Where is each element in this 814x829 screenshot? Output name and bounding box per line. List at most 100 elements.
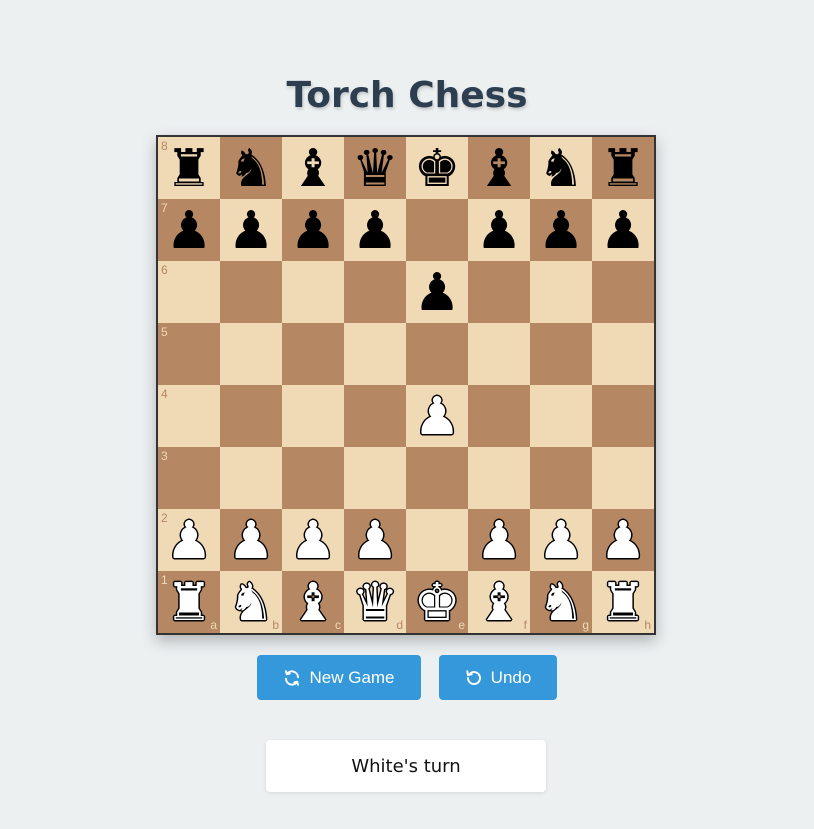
square-c2[interactable]: ♟ (282, 509, 344, 571)
square-b6[interactable] (220, 261, 282, 323)
white-queen-piece[interactable]: ♛ (352, 577, 399, 629)
square-f3[interactable] (468, 447, 530, 509)
black-knight-piece[interactable]: ♞ (538, 143, 585, 195)
square-e7[interactable] (406, 199, 468, 261)
square-f2[interactable]: ♟ (468, 509, 530, 571)
square-b5[interactable] (220, 323, 282, 385)
square-d2[interactable]: ♟ (344, 509, 406, 571)
white-pawn-piece[interactable]: ♟ (538, 515, 585, 567)
square-c7[interactable]: ♟ (282, 199, 344, 261)
square-h3[interactable] (592, 447, 654, 509)
square-e4[interactable]: ♟ (406, 385, 468, 447)
square-e2[interactable] (406, 509, 468, 571)
square-e6[interactable]: ♟ (406, 261, 468, 323)
chess-board[interactable]: 8 ♜ ♞ ♝ ♛ ♚ ♝ ♞ ♜ 7 ♟ ♟ ♟ ♟ ♟ ♟ ♟ 6 ♟ 5 4 ♟ 3 2 ♟ ♟ ♟ ♟ ♟ ♟ ♟ 1 a ♜ b ♞ c ♝ d ♛… (156, 135, 656, 635)
white-king-piece[interactable]: ♚ (414, 577, 461, 629)
square-h8[interactable]: ♜ (592, 137, 654, 199)
black-pawn-piece[interactable]: ♟ (290, 205, 337, 257)
square-d7[interactable]: ♟ (344, 199, 406, 261)
black-pawn-piece[interactable]: ♟ (352, 205, 399, 257)
square-e5[interactable] (406, 323, 468, 385)
square-g7[interactable]: ♟ (530, 199, 592, 261)
square-b4[interactable] (220, 385, 282, 447)
undo-button[interactable]: Undo (439, 655, 557, 700)
white-rook-piece[interactable]: ♜ (166, 577, 213, 629)
square-c6[interactable] (282, 261, 344, 323)
white-knight-piece[interactable]: ♞ (538, 577, 585, 629)
black-rook-piece[interactable]: ♜ (600, 143, 647, 195)
square-a3[interactable]: 3 (158, 447, 220, 509)
white-pawn-piece[interactable]: ♟ (600, 515, 647, 567)
square-a6[interactable]: 6 (158, 261, 220, 323)
square-b2[interactable]: ♟ (220, 509, 282, 571)
black-pawn-piece[interactable]: ♟ (228, 205, 275, 257)
square-f1[interactable]: f ♝ (468, 571, 530, 633)
square-g1[interactable]: g ♞ (530, 571, 592, 633)
white-rook-piece[interactable]: ♜ (600, 577, 647, 629)
square-g4[interactable] (530, 385, 592, 447)
square-a5[interactable]: 5 (158, 323, 220, 385)
square-g8[interactable]: ♞ (530, 137, 592, 199)
black-pawn-piece[interactable]: ♟ (476, 205, 523, 257)
square-e1[interactable]: e ♚ (406, 571, 468, 633)
square-a7[interactable]: 7 ♟ (158, 199, 220, 261)
white-pawn-piece[interactable]: ♟ (414, 391, 461, 443)
white-pawn-piece[interactable]: ♟ (166, 515, 213, 567)
square-f8[interactable]: ♝ (468, 137, 530, 199)
square-d4[interactable] (344, 385, 406, 447)
white-bishop-piece[interactable]: ♝ (476, 577, 523, 629)
square-d6[interactable] (344, 261, 406, 323)
square-g5[interactable] (530, 323, 592, 385)
square-d8[interactable]: ♛ (344, 137, 406, 199)
square-c5[interactable] (282, 323, 344, 385)
square-c4[interactable] (282, 385, 344, 447)
square-c8[interactable]: ♝ (282, 137, 344, 199)
square-g6[interactable] (530, 261, 592, 323)
square-c3[interactable] (282, 447, 344, 509)
square-b7[interactable]: ♟ (220, 199, 282, 261)
black-pawn-piece[interactable]: ♟ (414, 267, 461, 319)
white-bishop-piece[interactable]: ♝ (290, 577, 337, 629)
white-pawn-piece[interactable]: ♟ (290, 515, 337, 567)
square-a1[interactable]: 1 a ♜ (158, 571, 220, 633)
black-pawn-piece[interactable]: ♟ (538, 205, 585, 257)
square-h4[interactable] (592, 385, 654, 447)
square-e3[interactable] (406, 447, 468, 509)
square-g3[interactable] (530, 447, 592, 509)
square-h7[interactable]: ♟ (592, 199, 654, 261)
black-rook-piece[interactable]: ♜ (166, 143, 213, 195)
square-f4[interactable] (468, 385, 530, 447)
square-h2[interactable]: ♟ (592, 509, 654, 571)
square-a8[interactable]: 8 ♜ (158, 137, 220, 199)
square-b3[interactable] (220, 447, 282, 509)
app: Torch Chess 8 ♜ ♞ ♝ ♛ ♚ ♝ ♞ ♜ 7 ♟ ♟ ♟ ♟ ♟ ♟ ♟ 6 ♟ 5 4 ♟ 3 2 ♟ ♟ ♟ ♟… (0, 0, 814, 829)
black-pawn-piece[interactable]: ♟ (600, 205, 647, 257)
black-bishop-piece[interactable]: ♝ (290, 143, 337, 195)
black-pawn-piece[interactable]: ♟ (166, 205, 213, 257)
white-knight-piece[interactable]: ♞ (228, 577, 275, 629)
square-b8[interactable]: ♞ (220, 137, 282, 199)
square-f5[interactable] (468, 323, 530, 385)
white-pawn-piece[interactable]: ♟ (228, 515, 275, 567)
new-game-button[interactable]: New Game (257, 655, 421, 700)
square-c1[interactable]: c ♝ (282, 571, 344, 633)
square-a2[interactable]: 2 ♟ (158, 509, 220, 571)
square-g2[interactable]: ♟ (530, 509, 592, 571)
black-knight-piece[interactable]: ♞ (228, 143, 275, 195)
square-e8[interactable]: ♚ (406, 137, 468, 199)
square-d5[interactable] (344, 323, 406, 385)
white-pawn-piece[interactable]: ♟ (476, 515, 523, 567)
square-d3[interactable] (344, 447, 406, 509)
square-h1[interactable]: h ♜ (592, 571, 654, 633)
square-d1[interactable]: d ♛ (344, 571, 406, 633)
square-f7[interactable]: ♟ (468, 199, 530, 261)
square-h6[interactable] (592, 261, 654, 323)
square-h5[interactable] (592, 323, 654, 385)
black-bishop-piece[interactable]: ♝ (476, 143, 523, 195)
black-king-piece[interactable]: ♚ (414, 143, 461, 195)
white-pawn-piece[interactable]: ♟ (352, 515, 399, 567)
black-queen-piece[interactable]: ♛ (352, 143, 399, 195)
square-a4[interactable]: 4 (158, 385, 220, 447)
square-b1[interactable]: b ♞ (220, 571, 282, 633)
square-f6[interactable] (468, 261, 530, 323)
